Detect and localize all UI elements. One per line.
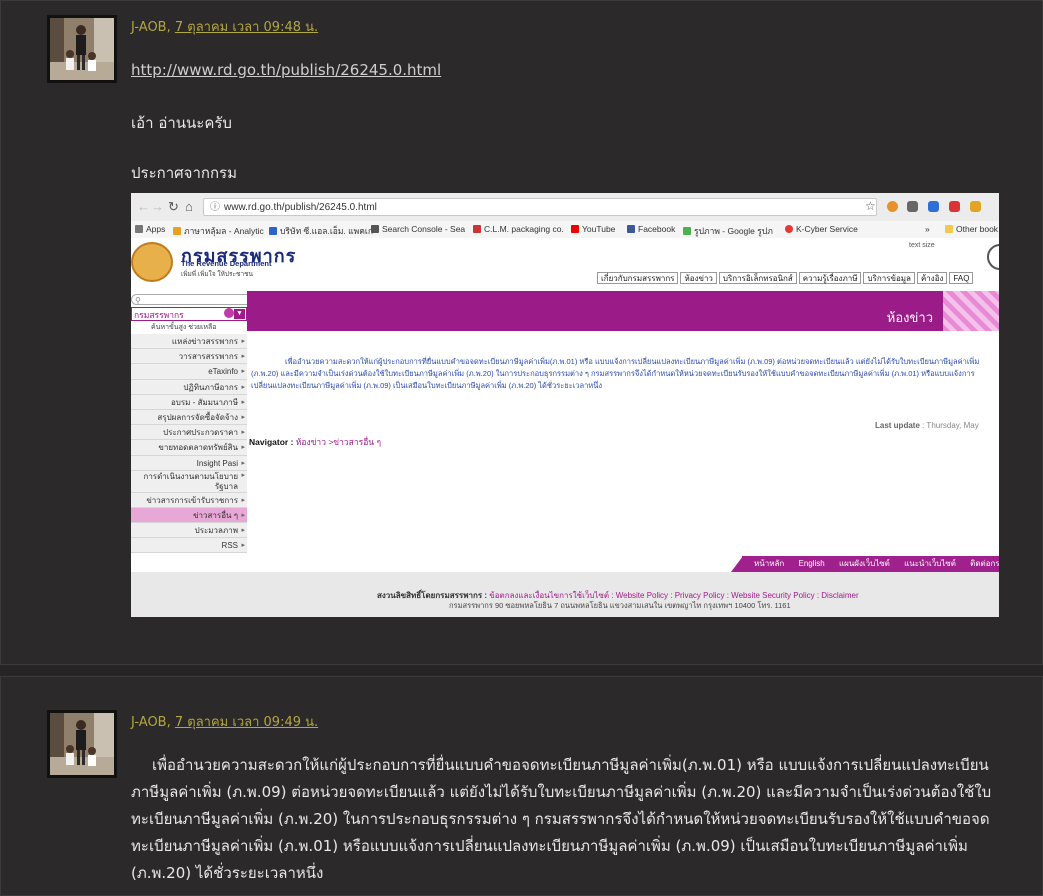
extension-icon — [928, 201, 939, 212]
footer-link: หน้าหลัก — [754, 559, 785, 568]
menu-item: eTaxinfo — [131, 364, 247, 380]
site-banner: ห้องข่าว — [247, 291, 999, 331]
navigator: Navigator : ห้องข่าว >ข่าวสารอื่น ๆ — [249, 437, 382, 447]
menu-item: ขายทอดตลาดทรัพย์สิน — [131, 440, 247, 456]
bookmark: YouTube — [571, 224, 615, 234]
text-size-control: text size — [909, 242, 935, 249]
banner-title: ห้องข่าว — [886, 310, 933, 325]
topnav-item: ความรู้เรื่องภาษี — [798, 272, 862, 284]
avatar-photo — [50, 18, 114, 80]
bookmark: Facebook — [627, 224, 675, 234]
menu-item: อบรม - สัมมนาภาษี — [131, 394, 247, 410]
forward-icon: → — [151, 199, 164, 214]
avatar[interactable] — [47, 15, 117, 83]
bookmark: K-Cyber Service — [785, 224, 858, 234]
menu-item: ปฏิทินภาษีอากร — [131, 379, 247, 395]
menu-item: แหล่งข่าวสรรพากร — [131, 334, 247, 350]
ring-icon — [987, 244, 999, 270]
post-line-2: ประกาศจากกรม — [131, 164, 237, 182]
bookmark: Other book — [945, 224, 998, 234]
address-bar: ⓘ www.rd.go.th/publish/26245.0.html — [203, 198, 877, 216]
site-search-input: ⚲ — [131, 294, 257, 305]
author-name[interactable]: J-AOB, — [131, 715, 171, 730]
bookmark: Search Console - Sea — [371, 224, 465, 234]
post-body: เพื่ออำนวยความสะดวกให้แก่ผู้ประกอบการที่… — [131, 756, 992, 882]
menu-item: ประมวลภาพ — [131, 523, 247, 539]
avatar-photo — [50, 713, 114, 775]
extension-icon — [949, 201, 960, 212]
post-1: J-AOB, 7 ตุลาคม เวลา 09:48 น. http://www… — [0, 0, 1043, 665]
bookmark: C.L.M. packaging co. — [473, 224, 564, 234]
bookmark: รูปภาพ - Google รูปภ — [683, 224, 773, 238]
footer-link: English — [798, 559, 825, 568]
last-update: Last update : Thursday, May — [875, 421, 979, 430]
menu-item: ประกาศประกวดราคา — [131, 425, 247, 441]
topnav-item: บริการอิเล็กทรอนิกส์ — [718, 272, 797, 284]
post-date[interactable]: 7 ตุลาคม เวลา 09:48 น. — [175, 20, 318, 35]
post-line-1: เอ้า อ่านนะครับ — [131, 114, 232, 132]
menu-item: สรุปผลการจัดซื้อจัดจ้าง — [131, 409, 247, 426]
menu-item: วารสารสรรพากร — [131, 349, 247, 365]
sidebar-sub-links: ค้นหาขั้นสูง ช่วยเหลือ — [151, 324, 217, 331]
info-icon: ⓘ — [210, 202, 220, 213]
topnav-item: ห้องข่าว — [680, 272, 717, 284]
post-meta: J-AOB, 7 ตุลาคม เวลา 09:48 น. — [131, 16, 318, 37]
post-2: J-AOB, 7 ตุลาคม เวลา 09:49 น. เพื่ออำนวย… — [0, 676, 1043, 896]
bookmarks-bar: Apps ภาษาหลุ้มล - Analytic บริษัท ซี.แอล… — [131, 221, 999, 239]
star-icon: ☆ — [865, 199, 876, 213]
post-meta: J-AOB, 7 ตุลาคม เวลา 09:49 น. — [131, 711, 318, 732]
back-icon: ← — [137, 199, 150, 214]
menu-item: ข่าวสารการเข้ารับราชการ — [131, 492, 247, 508]
menu-item: การดำเนินงานตามนโยบายรัฐบาล — [131, 470, 247, 493]
seal-icon — [131, 242, 173, 282]
avatar[interactable] — [47, 710, 117, 778]
author-name[interactable]: J-AOB, — [131, 20, 171, 35]
embedded-screenshot[interactable]: ← → ↻ ⌂ ⓘ www.rd.go.th/publish/26245.0.h… — [131, 193, 999, 617]
site-logo-en: The Revenue Department — [181, 259, 272, 268]
footer-link: แผนผังเว็บไซต์ — [838, 559, 890, 568]
footer-address: กรมสรรพากร 90 ซอยพหลโยธิน 7 ถนนพหลโยธิน … — [449, 601, 791, 610]
rd-website: กรมสรรพากร The Revenue Department เพิ่มพ… — [131, 238, 999, 617]
menu-item: Insight Pasi — [131, 455, 247, 471]
go-icon — [224, 308, 234, 318]
topnav-item: บริการข้อมูล — [863, 272, 915, 284]
extension-icon — [970, 201, 981, 212]
extension-icon — [907, 201, 918, 212]
topnav-item: เกี่ยวกับกรมสรรพากร — [597, 272, 679, 284]
post-date[interactable]: 7 ตุลาคม เวลา 09:49 น. — [175, 715, 318, 730]
extension-icon — [887, 201, 898, 212]
site-footer-nav: หน้าหลัก English แผนผังเว็บไซต์ แนะนำเว็… — [742, 556, 999, 572]
bookmark: บริษัท ซี.แอล.เอ็ม. แพคเก — [269, 224, 373, 238]
site-content: เพื่ออำนวยความสะดวกให้แก่ผู้ประกอบการที่… — [251, 357, 980, 390]
menu-item: RSS — [131, 538, 247, 554]
reload-icon: ↻ — [168, 199, 179, 214]
address-url: www.rd.go.th/publish/26245.0.html — [224, 202, 377, 213]
banner-stripe — [943, 291, 999, 331]
home-icon: ⌂ — [185, 199, 193, 214]
chevron-down-icon: ▼ — [234, 309, 245, 319]
more-bookmarks: » — [925, 224, 930, 234]
bookmark: Apps — [135, 224, 165, 234]
browser-toolbar: ← → ↻ ⌂ ⓘ www.rd.go.th/publish/26245.0.h… — [131, 193, 999, 222]
menu-item-active: ข่าวสารอื่น ๆ — [131, 507, 247, 524]
bookmark: ภาษาหลุ้มล - Analytic — [173, 224, 264, 238]
site-sidebar-menu: แหล่งข่าวสรรพากร วารสารสรรพากร eTaxinfo … — [131, 334, 247, 554]
site-tagline: เพิ่มพี่ เพิ่มใจ ให้ประชาชน — [181, 271, 253, 278]
rd-link[interactable]: http://www.rd.go.th/publish/26245.0.html — [131, 61, 441, 79]
topnav-item: FAQ — [949, 272, 974, 284]
footer-link: ติดต่อกรมสรรพ — [970, 559, 999, 568]
footer-link: แนะนำเว็บไซต์ — [904, 559, 956, 568]
site-topnav: เกี่ยวกับกรมสรรพากร ห้องข่าว บริการอิเล็… — [597, 272, 975, 284]
topnav-item: ค้างอิง — [916, 272, 948, 284]
